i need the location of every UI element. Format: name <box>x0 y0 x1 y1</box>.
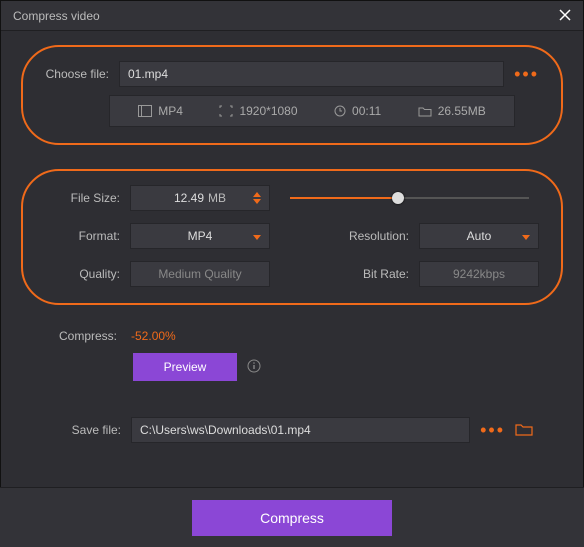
resolution-value: Auto <box>467 229 492 243</box>
quality-field: Medium Quality <box>130 261 270 287</box>
quality-value: Medium Quality <box>158 267 241 281</box>
resolution-label: Resolution: <box>339 229 409 243</box>
chosen-filename: 01.mp4 <box>128 67 168 81</box>
footer: Compress <box>0 487 584 547</box>
info-icon[interactable] <box>247 359 261 376</box>
clock-icon <box>334 105 346 117</box>
bitrate-field: 9242kbps <box>419 261 539 287</box>
file-resolution: 1920*1080 <box>239 104 297 118</box>
bitrate-value: 9242kbps <box>453 267 505 281</box>
save-browse-button[interactable]: ••• <box>480 425 505 435</box>
quality-label: Quality: <box>45 267 120 281</box>
preview-button[interactable]: Preview <box>133 353 237 381</box>
file-duration: 00:11 <box>352 104 381 118</box>
resolution-icon <box>219 105 233 117</box>
stepper-arrows[interactable] <box>253 186 265 210</box>
save-file-path: C:\Users\ws\Downloads\01.mp4 <box>140 423 311 437</box>
chevron-down-icon <box>522 229 530 243</box>
resolution-dropdown[interactable]: Auto <box>419 223 539 249</box>
file-size: 26.55MB <box>438 104 486 118</box>
browse-button[interactable]: ••• <box>514 69 539 79</box>
choose-file-label: Choose file: <box>45 67 109 81</box>
filesize-unit: MB <box>208 191 226 205</box>
size-slider[interactable] <box>290 191 529 205</box>
chevron-down-icon <box>253 229 261 243</box>
file-format: MP4 <box>158 104 183 118</box>
filesize-label: File Size: <box>45 191 120 205</box>
open-folder-icon[interactable] <box>515 422 533 439</box>
compress-label: Compress: <box>59 329 117 343</box>
choose-file-section: Choose file: 01.mp4 ••• MP4 1920*1080 <box>21 45 563 145</box>
file-info-strip: MP4 1920*1080 00:11 26.55MB <box>109 95 515 127</box>
save-file-label: Save file: <box>67 423 121 437</box>
slider-fill <box>290 197 398 199</box>
format-icon <box>138 105 152 117</box>
compress-button[interactable]: Compress <box>192 500 392 536</box>
folder-size-icon <box>418 106 432 117</box>
window-title: Compress video <box>13 9 100 23</box>
bitrate-label: Bit Rate: <box>339 267 409 281</box>
titlebar: Compress video <box>1 1 583 31</box>
format-value: MP4 <box>188 229 213 243</box>
slider-thumb[interactable] <box>392 192 404 204</box>
close-icon[interactable] <box>557 8 573 24</box>
format-dropdown[interactable]: MP4 <box>130 223 270 249</box>
format-label: Format: <box>45 229 120 243</box>
save-file-input[interactable]: C:\Users\ws\Downloads\01.mp4 <box>131 417 470 443</box>
settings-section: File Size: 12.49 MB Format: MP4 <box>21 169 563 305</box>
compress-value: -52.00% <box>131 329 176 343</box>
filesize-value: 12.49 <box>174 191 204 205</box>
filesize-stepper[interactable]: 12.49 MB <box>130 185 270 211</box>
choose-file-input[interactable]: 01.mp4 <box>119 61 504 87</box>
